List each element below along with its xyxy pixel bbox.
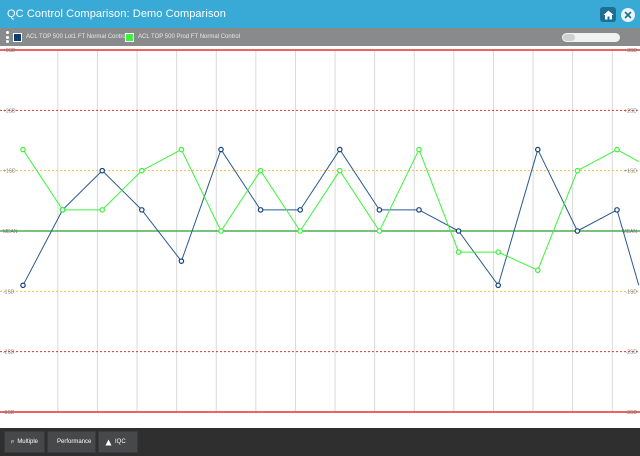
series-0-point: [257, 207, 264, 213]
limit-label-right: -1SD: [626, 289, 638, 295]
triangle-icon: [105, 439, 112, 445]
series-1-point: [20, 146, 26, 153]
legend-swatch: [125, 32, 134, 42]
series-1-point: [574, 167, 581, 174]
series-1-point: [534, 267, 541, 274]
limit-label-right: -3SD: [626, 410, 638, 416]
toggle-switch[interactable]: [562, 33, 620, 42]
toggle-knob: [563, 34, 575, 41]
legend-label: ACL TOP 500 Prod FT Normal Control: [138, 34, 241, 40]
series-0-point: [297, 207, 304, 213]
series-0-point: [455, 228, 462, 234]
close-icon: [621, 7, 635, 22]
series-0-point: [534, 146, 541, 153]
series-0-point: [218, 146, 224, 153]
series-1-point: [257, 167, 264, 174]
series-1-point: [59, 207, 66, 213]
bottom-toolbar: Multiple Performance IQC: [0, 428, 640, 456]
series-0-segment: [418, 209, 459, 232]
series-1-point: [218, 228, 224, 234]
series-0-point: [139, 207, 145, 213]
legend-swatch: [13, 32, 22, 42]
series-1-segment: [537, 170, 578, 271]
series-1-point: [99, 207, 106, 213]
legend-bar: ACL TOP 500 Lot1 FT Normal Control ACL T…: [0, 28, 640, 46]
series-0-segment: [537, 149, 578, 232]
series-1-point: [336, 167, 343, 174]
series-1-segment: [616, 149, 640, 163]
performance-label: Performance: [57, 439, 92, 445]
series-1-point: [495, 249, 502, 255]
series-1-segment: [418, 149, 460, 253]
series-0-point: [20, 282, 26, 289]
series-1-segment: [497, 251, 539, 271]
home-button[interactable]: [600, 7, 616, 22]
series-0-segment: [577, 209, 618, 232]
qc-line-chart: +3SD +3SD +2SD +2SD +1SD +1SD MEAN MEAN -1SD -1SD…: [0, 48, 640, 416]
iqc-label: IQC: [115, 439, 126, 445]
series-0-point: [336, 146, 343, 153]
home-icon: [603, 10, 613, 19]
limit-label-right: -2SD: [626, 350, 638, 356]
series-0-segment: [22, 209, 64, 286]
series-0-segment: [180, 149, 222, 262]
series-0-point: [178, 258, 185, 264]
limit-label-right: MEAN: [623, 229, 638, 235]
limit-label-left: +2SD: [3, 108, 16, 114]
limit-label-left: -2SD: [3, 350, 15, 356]
series-0-segment: [497, 149, 539, 286]
multiple-label: Multiple: [17, 439, 38, 445]
series-1-point: [455, 249, 462, 255]
series-1-segment: [22, 149, 64, 211]
iqc-button[interactable]: IQC: [98, 431, 138, 453]
limit-label-right: +1SD: [624, 169, 637, 175]
legend-item-prod[interactable]: ACL TOP 500 Prod FT Normal Control: [125, 32, 240, 42]
limit-label-left: -1SD: [3, 289, 15, 295]
limit-label-left: -3SD: [3, 410, 15, 416]
series-0-point: [495, 282, 502, 289]
series-1-segment: [141, 149, 182, 172]
more-options-icon[interactable]: [6, 31, 9, 43]
series-0-point: [99, 167, 106, 174]
series-0-point: [574, 228, 581, 234]
series-1-point: [376, 228, 383, 234]
limit-label-left: +1SD: [3, 169, 16, 175]
flag-icon: [11, 440, 15, 444]
limit-label-left: +3SD: [3, 48, 16, 54]
series-0-segment: [616, 209, 640, 286]
limit-label-left: MEAN: [3, 229, 18, 235]
series-1-point: [416, 146, 422, 153]
series-1-segment: [260, 170, 301, 232]
limit-label-right: +3SD: [624, 48, 637, 54]
series-1-point: [297, 228, 304, 234]
title-bar: QC Control Comparison: Demo Comparison: [0, 0, 640, 28]
multiple-button[interactable]: Multiple: [4, 431, 45, 453]
series-0-segment: [141, 209, 182, 262]
series-0-segment: [62, 170, 103, 211]
limit-label-right: +2SD: [624, 108, 637, 114]
series-0-point: [376, 207, 383, 213]
window-title: QC Control Comparison: Demo Comparison: [7, 8, 226, 20]
series-0-segment: [458, 230, 499, 286]
legend-label: ACL TOP 500 Lot1 FT Normal Control: [26, 34, 128, 40]
close-button[interactable]: [620, 7, 636, 22]
series-0-point: [614, 207, 620, 213]
series-1-point: [178, 146, 185, 153]
series-1-segment: [577, 149, 618, 172]
series-1-segment: [378, 149, 420, 232]
qc-comparison-window: QC Control Comparison: Demo Comparison A…: [0, 0, 640, 456]
series-1-point: [139, 167, 145, 174]
series-0-point: [416, 207, 422, 213]
legend-item-lot1[interactable]: ACL TOP 500 Lot1 FT Normal Control: [13, 32, 127, 42]
performance-button[interactable]: Performance: [47, 431, 96, 453]
series-1-point: [614, 146, 620, 153]
series-1-segment: [180, 149, 222, 232]
